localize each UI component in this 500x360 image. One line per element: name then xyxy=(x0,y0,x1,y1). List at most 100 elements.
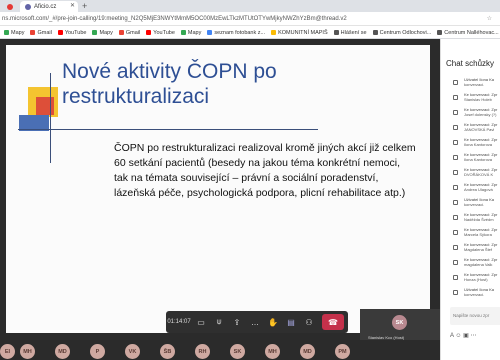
slide-body: ČOPN po restrukturalizaci realizoval kro… xyxy=(114,142,416,199)
bookmark-item[interactable]: YouTube xyxy=(57,30,86,36)
bookmark-item[interactable]: Gmail xyxy=(30,30,52,36)
meeting-icon xyxy=(453,110,458,115)
bookmark-item[interactable]: YouTube xyxy=(146,30,175,36)
chat-message: Uživatel Ilona Ka konverzaci. xyxy=(443,77,500,90)
chat-message: Uživatel Ilona Ka konverzaci. xyxy=(443,197,500,210)
chat-message: Ke konverzaci: Zpr Ilona Kantorova xyxy=(443,137,500,150)
chat-toolbar[interactable]: A ☺ ▣ ⋯ xyxy=(450,332,476,339)
meeting-icon xyxy=(453,155,458,160)
teams-icon xyxy=(25,3,31,10)
chat-message: Ke konverzaci: Zpr Josef dolensky (?) xyxy=(443,107,500,120)
bookmark-item[interactable]: Mapy xyxy=(92,30,113,36)
avatar[interactable]: ŠB xyxy=(160,344,175,359)
meeting-icon xyxy=(453,185,458,190)
call-controls: 01:14:07 ▭ ⍦ ⇪… ✋ ▤ ⚇ ☎ xyxy=(166,311,348,333)
avatar[interactable]: PM xyxy=(335,344,350,359)
avatar[interactable]: MD xyxy=(300,344,315,359)
meeting-icon xyxy=(453,290,458,295)
avatar[interactable]: SK xyxy=(230,344,245,359)
shared-slide: Nové aktivity ČOPN po restrukturalizaci … xyxy=(6,45,430,333)
address-bar: ns.microsoft.com/_#/pre-join-calling/19:… xyxy=(0,12,500,26)
slide-decoration xyxy=(36,97,54,115)
raise-hand-button[interactable]: ✋ xyxy=(264,311,282,333)
bookmark-item[interactable]: Centrum Odlochovi... xyxy=(372,30,431,36)
meeting-icon xyxy=(453,260,458,265)
bookmark-item[interactable]: KOMUNITNÍ MAPIŠ xyxy=(271,30,328,36)
meeting-stage: Nové aktivity ČOPN po restrukturalizaci … xyxy=(0,39,440,339)
meeting-icon xyxy=(453,95,458,100)
bookmark-icon xyxy=(57,30,63,35)
url-field[interactable]: ns.microsoft.com/_#/pre-join-calling/19:… xyxy=(2,14,492,24)
chat-message: Ke konverzaci: Zpr Stanislav Holeb xyxy=(443,92,500,105)
bookmark-icon xyxy=(180,30,186,35)
slide-decoration xyxy=(18,129,318,130)
more-button[interactable]: … xyxy=(246,311,264,333)
avatar[interactable]: MD xyxy=(55,344,70,359)
bookmark-icon xyxy=(4,30,9,35)
bookmark-icon xyxy=(271,30,277,35)
meeting-icon xyxy=(453,200,458,205)
meeting-icon xyxy=(453,275,458,280)
chat-message: Ke konverzaci: Zpr Andrea Ulagová xyxy=(443,182,500,195)
record-icon xyxy=(7,3,13,10)
bookmark-icon xyxy=(437,30,443,35)
chat-message: Uživatel Ilona Ka konverzaci. xyxy=(443,287,500,300)
self-name: Stanislav Kco (Host) xyxy=(368,335,405,340)
new-tab-button[interactable]: + xyxy=(82,1,87,11)
meeting-icon xyxy=(453,125,458,130)
bookmark-icon xyxy=(92,30,98,35)
bookmark-item[interactable]: Gmail xyxy=(118,30,140,36)
bookmark-icon xyxy=(146,30,152,35)
bookmark-item[interactable]: Centrum Nalléhovac... xyxy=(437,30,499,36)
meeting-icon xyxy=(453,245,458,250)
mic-button[interactable]: ⍦ xyxy=(210,311,228,333)
chat-message: Ke konverzaci: Zpr DVOŘÁKOVÁ K xyxy=(443,167,500,180)
chat-button[interactable]: ▤ xyxy=(282,311,300,333)
camera-button[interactable]: ▭ xyxy=(192,311,210,333)
bookmark-item[interactable]: Hlášení se xyxy=(333,30,367,36)
bookmark-item[interactable]: Mapy xyxy=(180,30,201,36)
hang-up-button[interactable]: ☎ xyxy=(322,314,344,330)
chat-message: Ke konverzaci: Zpr Honza (Host) xyxy=(443,272,500,285)
slide-decoration xyxy=(50,73,51,163)
bookmark-icon xyxy=(372,30,378,35)
bookmark-icon xyxy=(207,30,213,35)
meeting-icon xyxy=(453,215,458,220)
browser-tab-2[interactable]: Aficio.cz ✕ xyxy=(20,1,78,12)
chat-pane: Chat schůzky Napište novou zpr A ☺ ▣ ⋯ U… xyxy=(440,39,500,360)
avatar[interactable]: RH xyxy=(195,344,210,359)
meeting-icon xyxy=(453,230,458,235)
bookmark-icon xyxy=(333,30,339,35)
meeting-icon xyxy=(453,140,458,145)
bookmark-item[interactable]: seznam fotobank z... xyxy=(207,30,265,36)
avatar[interactable]: EI xyxy=(0,344,15,359)
compose-field[interactable]: Napište novou zpr xyxy=(450,307,500,325)
bookmark-item[interactable]: Mapy xyxy=(4,30,24,36)
browser-tab-1[interactable] xyxy=(2,1,16,12)
meeting-icon xyxy=(453,80,458,85)
chat-message: Ke konverzaci: Zpr JANOVSKÁ Pavl xyxy=(443,122,500,135)
chat-message: Ke konverzaci: Zpr Ilona Kantorova xyxy=(443,152,500,165)
participants-button[interactable]: ⚇ xyxy=(300,311,318,333)
avatar[interactable]: MH xyxy=(265,344,280,359)
meeting-icon xyxy=(453,170,458,175)
star-icon[interactable]: ☆ xyxy=(487,14,492,24)
close-icon[interactable]: ✕ xyxy=(70,2,75,9)
chat-title: Chat schůzky xyxy=(446,59,495,68)
chat-message: Ke konverzaci: Zpr Magdalena Štef xyxy=(443,242,500,255)
browser-tab-strip: Aficio.cz ✕ + xyxy=(0,0,500,12)
avatar[interactable]: VK xyxy=(125,344,140,359)
avatar[interactable]: MH xyxy=(20,344,35,359)
share-button[interactable]: ⇪ xyxy=(228,311,246,333)
chat-message: Ke konverzaci: Zpr Marcela Sýkora xyxy=(443,227,500,240)
self-video-tile: SK Stanislav Kco (Host) xyxy=(360,309,440,340)
bookmark-icon xyxy=(118,30,124,35)
slide-title: Nové aktivity ČOPN po restrukturalizaci xyxy=(62,60,277,108)
participants-row: EI MH MD P VK ŠB RH SK MH MD PM xyxy=(0,339,440,360)
call-timer: 01:14:07 xyxy=(167,319,191,325)
avatar[interactable]: P xyxy=(90,344,105,359)
bookmarks-bar: Mapy Gmail YouTube Mapy Gmail YouTube Mapy sezn… xyxy=(0,27,500,39)
bookmark-icon xyxy=(30,30,36,35)
avatar: SK xyxy=(392,315,407,330)
chat-message: Ke konverzaci: Zpr Naděžda Švédm xyxy=(443,212,500,225)
